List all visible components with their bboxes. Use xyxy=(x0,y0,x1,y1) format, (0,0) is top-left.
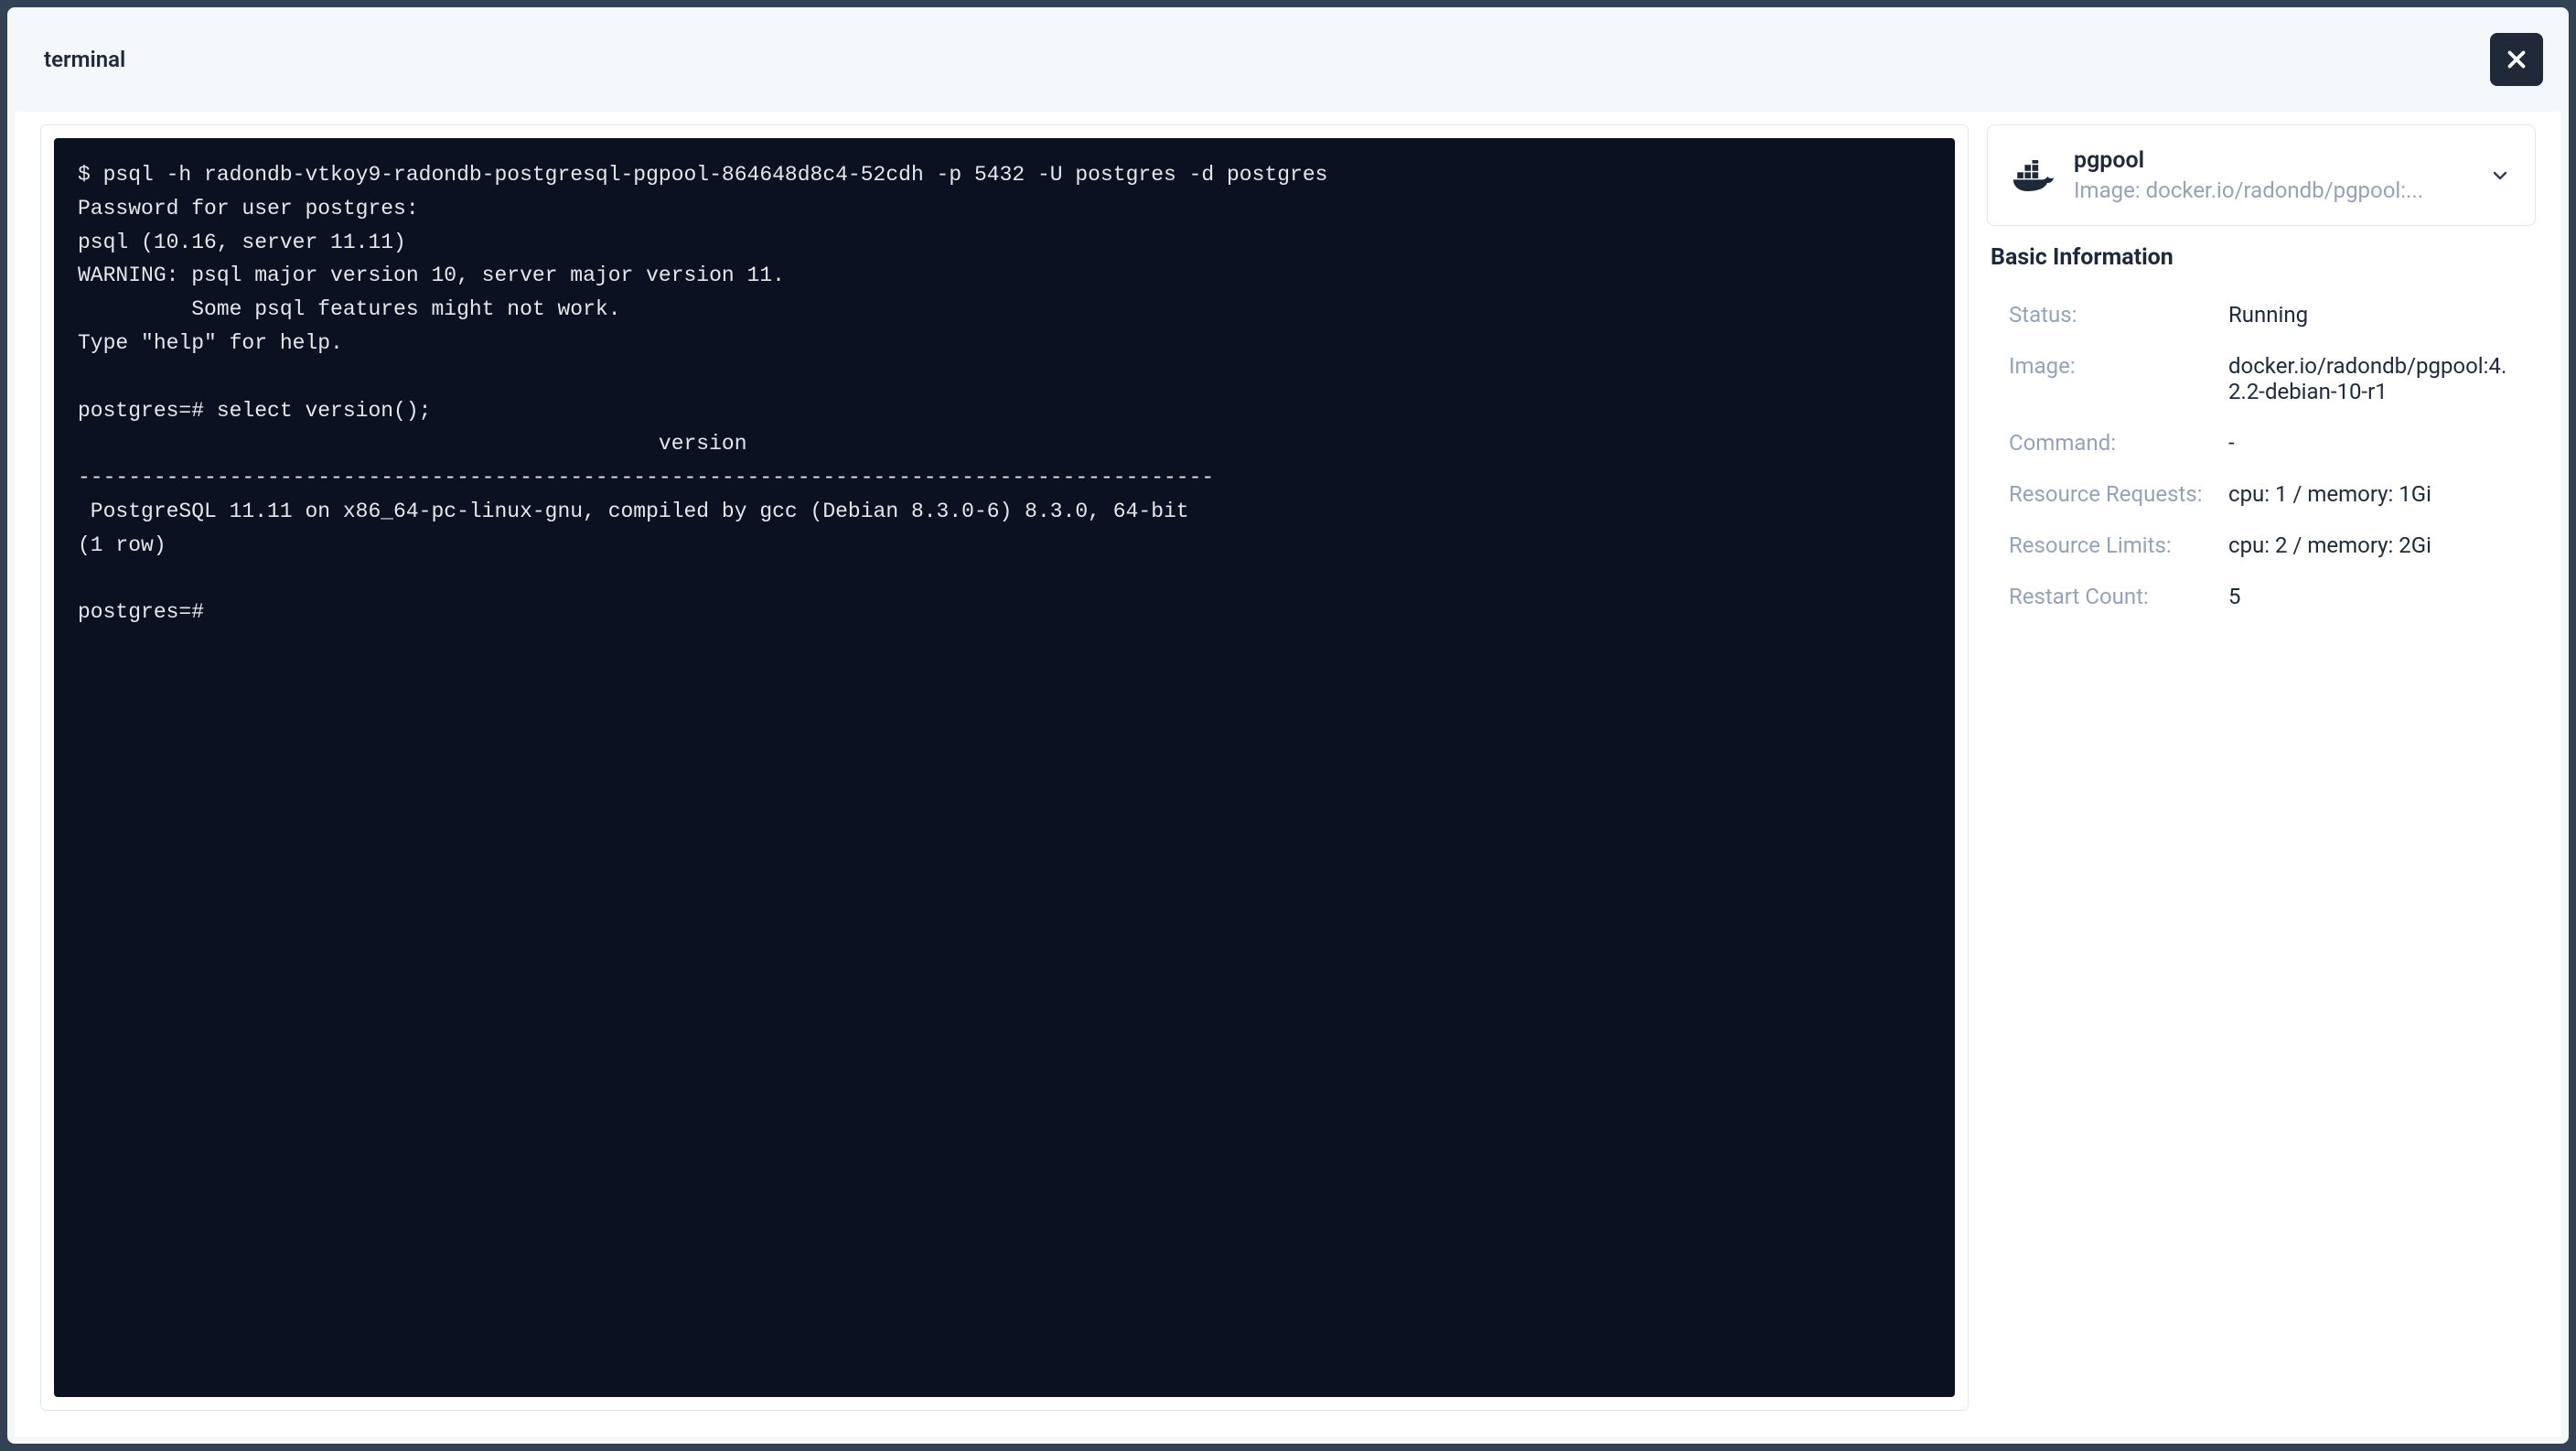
terminal-modal: terminal $ psql -h radondb-vtkoy9-radond… xyxy=(7,7,2569,1444)
info-label: Command: xyxy=(2009,430,2228,456)
info-label: Image: xyxy=(2009,353,2228,404)
info-label: Restart Count: xyxy=(2009,584,2228,609)
container-image-line: Image: docker.io/radondb/pgpool:... xyxy=(2074,177,2471,203)
info-row-resource-limits: Resource Limits: cpu: 2 / memory: 2Gi xyxy=(1994,520,2528,571)
modal-title: terminal xyxy=(44,47,125,72)
info-row-command: Command: - xyxy=(1994,417,2528,468)
info-value: - xyxy=(2228,430,2514,456)
info-value: Running xyxy=(2228,302,2514,328)
info-value: cpu: 1 / memory: 1Gi xyxy=(2228,481,2514,507)
container-name: pgpool xyxy=(2074,147,2471,174)
docker-icon xyxy=(2012,160,2055,191)
info-row-restart-count: Restart Count: 5 xyxy=(1994,571,2528,622)
sidebar: pgpool Image: docker.io/radondb/pgpool:.… xyxy=(1987,124,2536,1411)
chevron-down-icon[interactable] xyxy=(2489,165,2511,187)
terminal-wrapper: $ psql -h radondb-vtkoy9-radondb-postgre… xyxy=(40,124,1969,1411)
container-card[interactable]: pgpool Image: docker.io/radondb/pgpool:.… xyxy=(1987,124,2536,226)
info-row-image: Image: docker.io/radondb/pgpool:4.2.2-de… xyxy=(1994,340,2528,417)
info-value: cpu: 2 / memory: 2Gi xyxy=(2228,532,2514,558)
info-label: Status: xyxy=(2009,302,2228,328)
close-icon xyxy=(2503,46,2530,73)
terminal-output[interactable]: $ psql -h radondb-vtkoy9-radondb-postgre… xyxy=(54,138,1955,1397)
info-value: docker.io/radondb/pgpool:4.2.2-debian-10… xyxy=(2228,353,2514,404)
info-row-status: Status: Running xyxy=(1994,289,2528,340)
basic-info-table: Status: Running Image: docker.io/radondb… xyxy=(1987,289,2536,622)
modal-body: $ psql -h radondb-vtkoy9-radondb-postgre… xyxy=(15,112,2561,1436)
modal-header: terminal xyxy=(7,7,2569,112)
info-label: Resource Requests: xyxy=(2009,481,2228,507)
container-info: pgpool Image: docker.io/radondb/pgpool:.… xyxy=(2074,147,2471,203)
basic-info-title: Basic Information xyxy=(1987,244,2536,271)
info-row-resource-requests: Resource Requests: cpu: 1 / memory: 1Gi xyxy=(1994,468,2528,520)
info-value: 5 xyxy=(2228,584,2514,609)
info-label: Resource Limits: xyxy=(2009,532,2228,558)
close-button[interactable] xyxy=(2490,33,2543,86)
